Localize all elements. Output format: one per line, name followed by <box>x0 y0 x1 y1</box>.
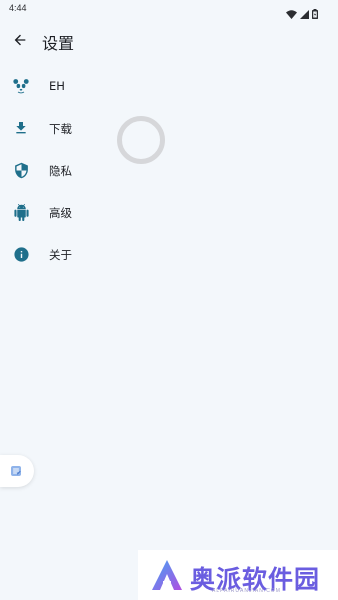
app-bar: 设置 <box>0 22 338 62</box>
settings-item-label: 高级 <box>49 206 72 220</box>
watermark-subtext: ALPAIRUANJIAN.COM <box>212 588 281 594</box>
back-button[interactable] <box>10 32 30 52</box>
status-time: 4:44 <box>9 3 27 13</box>
floating-side-tab[interactable] <box>0 455 34 487</box>
watermark-logo-icon <box>150 558 184 596</box>
settings-item-advanced[interactable]: 高级 <box>0 191 338 233</box>
status-icons <box>286 4 318 23</box>
settings-item-eh[interactable]: EH <box>0 65 338 107</box>
settings-item-label: 关于 <box>49 248 72 262</box>
panda-icon <box>12 77 30 95</box>
page-title: 设置 <box>42 34 75 53</box>
info-icon <box>12 245 30 263</box>
settings-item-label: 下载 <box>49 122 72 136</box>
settings-item-about[interactable]: 关于 <box>0 233 338 275</box>
signal-icon <box>300 4 309 23</box>
settings-item-privacy[interactable]: 隐私 <box>0 149 338 191</box>
status-bar: 4:44 <box>0 0 338 19</box>
settings-list: EH 下载 隐私 高级 关于 <box>0 65 338 275</box>
note-icon <box>10 462 22 481</box>
android-icon <box>12 203 30 221</box>
arrow-back-icon <box>12 32 28 52</box>
shield-icon <box>12 161 30 179</box>
settings-screen: 4:44 设置 EH 下载 隐私 高级 关于 奥派软件园 ALPAIRUANJI… <box>0 0 338 600</box>
battery-icon <box>312 4 318 23</box>
settings-item-label: 隐私 <box>49 164 72 178</box>
watermark: 奥派软件园 ALPAIRUANJIAN.COM <box>138 550 338 600</box>
loading-spinner <box>117 116 165 164</box>
settings-item-label: EH <box>49 79 65 93</box>
settings-item-download[interactable]: 下载 <box>0 107 338 149</box>
download-icon <box>12 119 30 137</box>
wifi-icon <box>286 4 297 23</box>
